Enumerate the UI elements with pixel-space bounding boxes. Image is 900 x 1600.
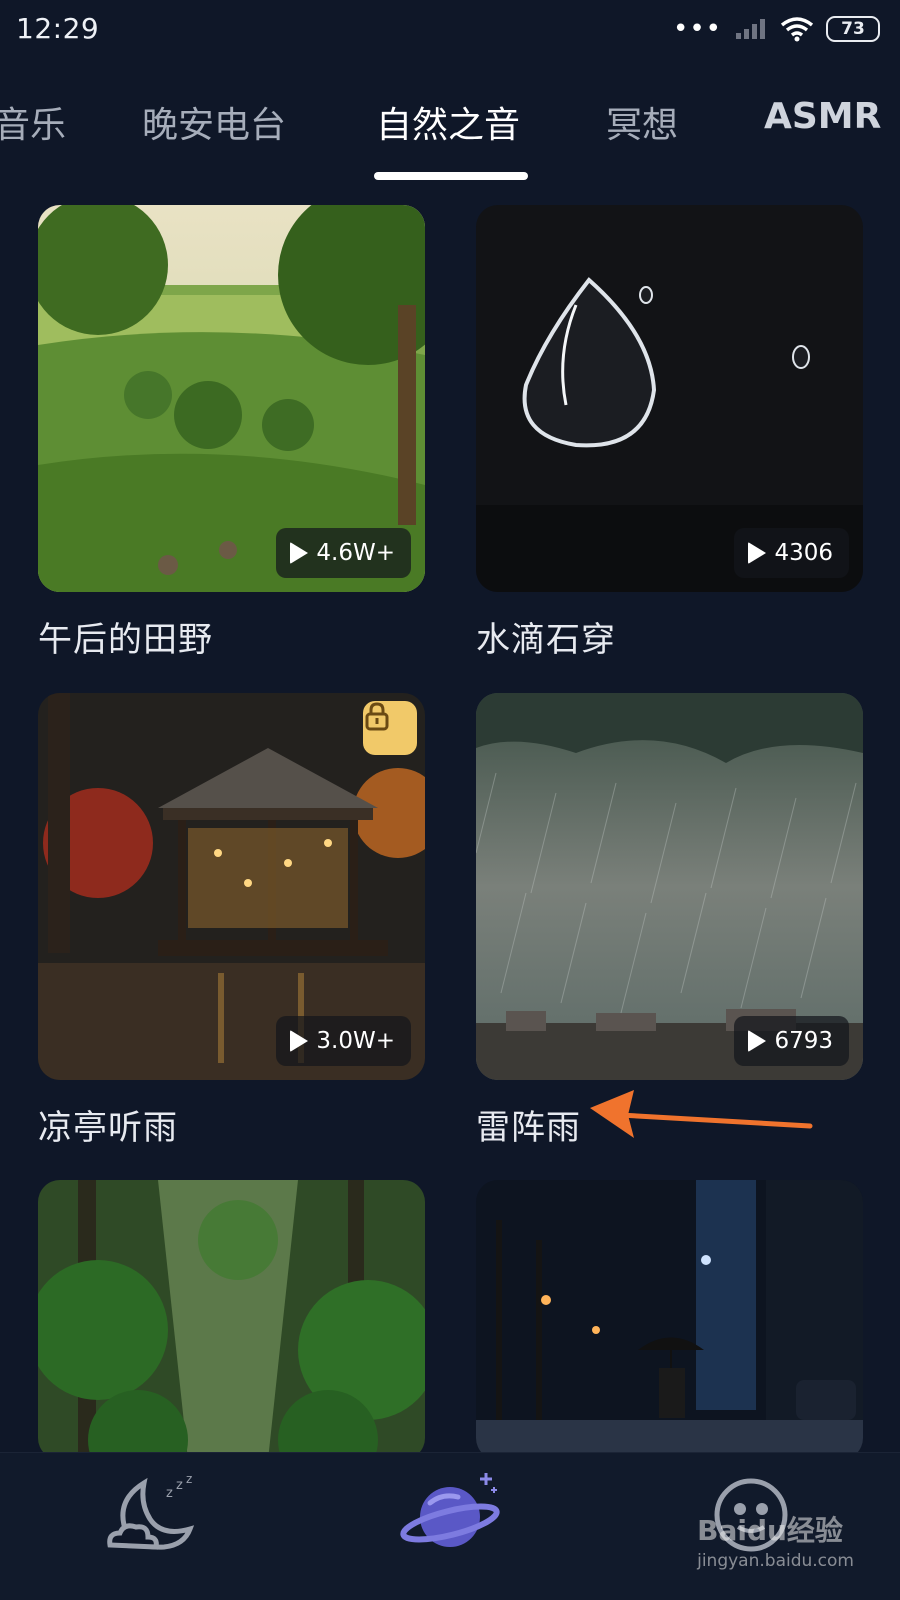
play-count-badge: 4.6W+ bbox=[276, 528, 411, 578]
svg-text:z: z bbox=[166, 1486, 173, 1501]
sound-card-pavilion-rain[interactable]: 3.0W+ 凉亭听雨 bbox=[38, 693, 425, 1149]
play-icon bbox=[290, 542, 309, 564]
bottom-navigation: z z z Baidu经验 jingyan.baidu.com bbox=[0, 1452, 900, 1600]
tab-nature-sounds[interactable]: 自然之音 bbox=[376, 96, 520, 148]
status-time: 12:29 bbox=[16, 12, 100, 45]
status-bar: 12:29 ••• 73 bbox=[0, 0, 900, 64]
play-count-badge: 6793 bbox=[734, 1016, 849, 1066]
watermark-url: jingyan.baidu.com bbox=[697, 1551, 854, 1571]
sound-card-water-drop[interactable]: 4306 水滴石穿 bbox=[476, 205, 863, 661]
forest-rain-image bbox=[38, 1180, 425, 1460]
play-count-badge: 3.0W+ bbox=[276, 1016, 411, 1066]
svg-text:z: z bbox=[176, 1478, 183, 1493]
card-title[interactable]: 水滴石穿 bbox=[476, 612, 863, 661]
nav-discover[interactable] bbox=[400, 1467, 504, 1567]
annotation-arrow bbox=[590, 1090, 813, 1138]
tab-music[interactable]: 音乐 bbox=[0, 96, 66, 148]
card-thumbnail[interactable]: 4.6W+ bbox=[38, 205, 425, 592]
category-tabs: 音乐 晚安电台 自然之音 冥想 ASMR bbox=[0, 88, 900, 188]
play-count-badge: 4306 bbox=[734, 528, 849, 578]
moon-sleep-icon: z z z bbox=[107, 1472, 195, 1550]
lock-icon bbox=[365, 702, 389, 731]
play-count: 3.0W+ bbox=[316, 1028, 395, 1054]
tab-asmr[interactable]: ASMR bbox=[764, 96, 881, 137]
play-count: 4306 bbox=[774, 540, 833, 566]
sound-card-city-rain[interactable] bbox=[476, 1180, 863, 1460]
nav-sleep[interactable]: z z z bbox=[104, 1472, 200, 1565]
play-count: 4.6W+ bbox=[316, 540, 395, 566]
card-thumbnail[interactable] bbox=[38, 1180, 425, 1460]
signal-icon bbox=[736, 19, 765, 39]
play-count: 6793 bbox=[774, 1028, 833, 1054]
city-rain-image bbox=[476, 1180, 863, 1460]
battery-indicator: 73 bbox=[826, 16, 880, 42]
card-thumbnail[interactable]: 3.0W+ bbox=[38, 693, 425, 1080]
card-thumbnail[interactable]: 6793 bbox=[476, 693, 863, 1080]
card-thumbnail[interactable]: 4306 bbox=[476, 205, 863, 592]
watermark-brand: Baidu经验 bbox=[697, 1514, 843, 1547]
active-tab-indicator bbox=[374, 172, 528, 180]
tab-meditation[interactable]: 冥想 bbox=[606, 96, 678, 148]
planet-icon bbox=[400, 1473, 500, 1547]
svg-text:z: z bbox=[186, 1475, 192, 1486]
card-title[interactable]: 午后的田野 bbox=[38, 612, 425, 661]
more-dots-icon: ••• bbox=[672, 14, 722, 44]
wifi-icon bbox=[780, 17, 814, 42]
sound-card-afternoon-field[interactable]: 4.6W+ 午后的田野 bbox=[38, 205, 425, 661]
sound-card-forest-rain[interactable] bbox=[38, 1180, 425, 1460]
status-icons: ••• 73 bbox=[673, 16, 880, 42]
play-icon bbox=[290, 1030, 309, 1052]
card-title[interactable]: 凉亭听雨 bbox=[38, 1100, 425, 1149]
play-icon bbox=[748, 1030, 767, 1052]
card-thumbnail[interactable] bbox=[476, 1180, 863, 1460]
play-icon bbox=[748, 542, 767, 564]
sound-card-thunderstorm[interactable]: 6793 雷阵雨 bbox=[476, 693, 863, 1149]
tab-night-radio[interactable]: 晚安电台 bbox=[142, 96, 286, 148]
baidu-jingyan-watermark: Baidu经验 jingyan.baidu.com bbox=[697, 1509, 854, 1571]
lock-badge bbox=[363, 701, 417, 755]
